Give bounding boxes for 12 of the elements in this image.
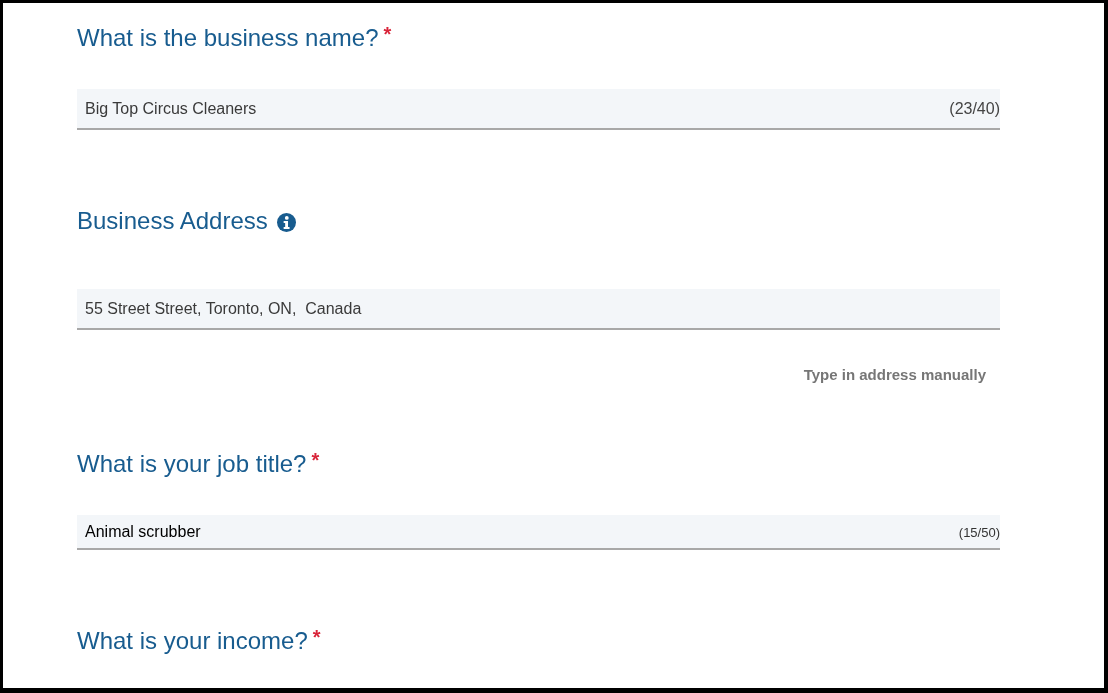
question-label: What is your income? [77, 626, 308, 656]
character-count: (23/40) [949, 100, 1000, 117]
question-label: What is your job title? [77, 449, 307, 479]
character-count: (15/50) [958, 525, 1000, 538]
input-field[interactable]: 55 Street Street, Toronto, ON, Canada [77, 289, 1000, 330]
required-marker: * [311, 450, 320, 470]
required-marker: * [312, 627, 321, 647]
info-icon[interactable] [276, 213, 296, 232]
required-marker: * [383, 24, 392, 44]
manual-address-link[interactable]: Type in address manually [803, 365, 986, 385]
question-label: Business Address [77, 206, 268, 236]
question-label: What is the business name? [77, 23, 379, 53]
